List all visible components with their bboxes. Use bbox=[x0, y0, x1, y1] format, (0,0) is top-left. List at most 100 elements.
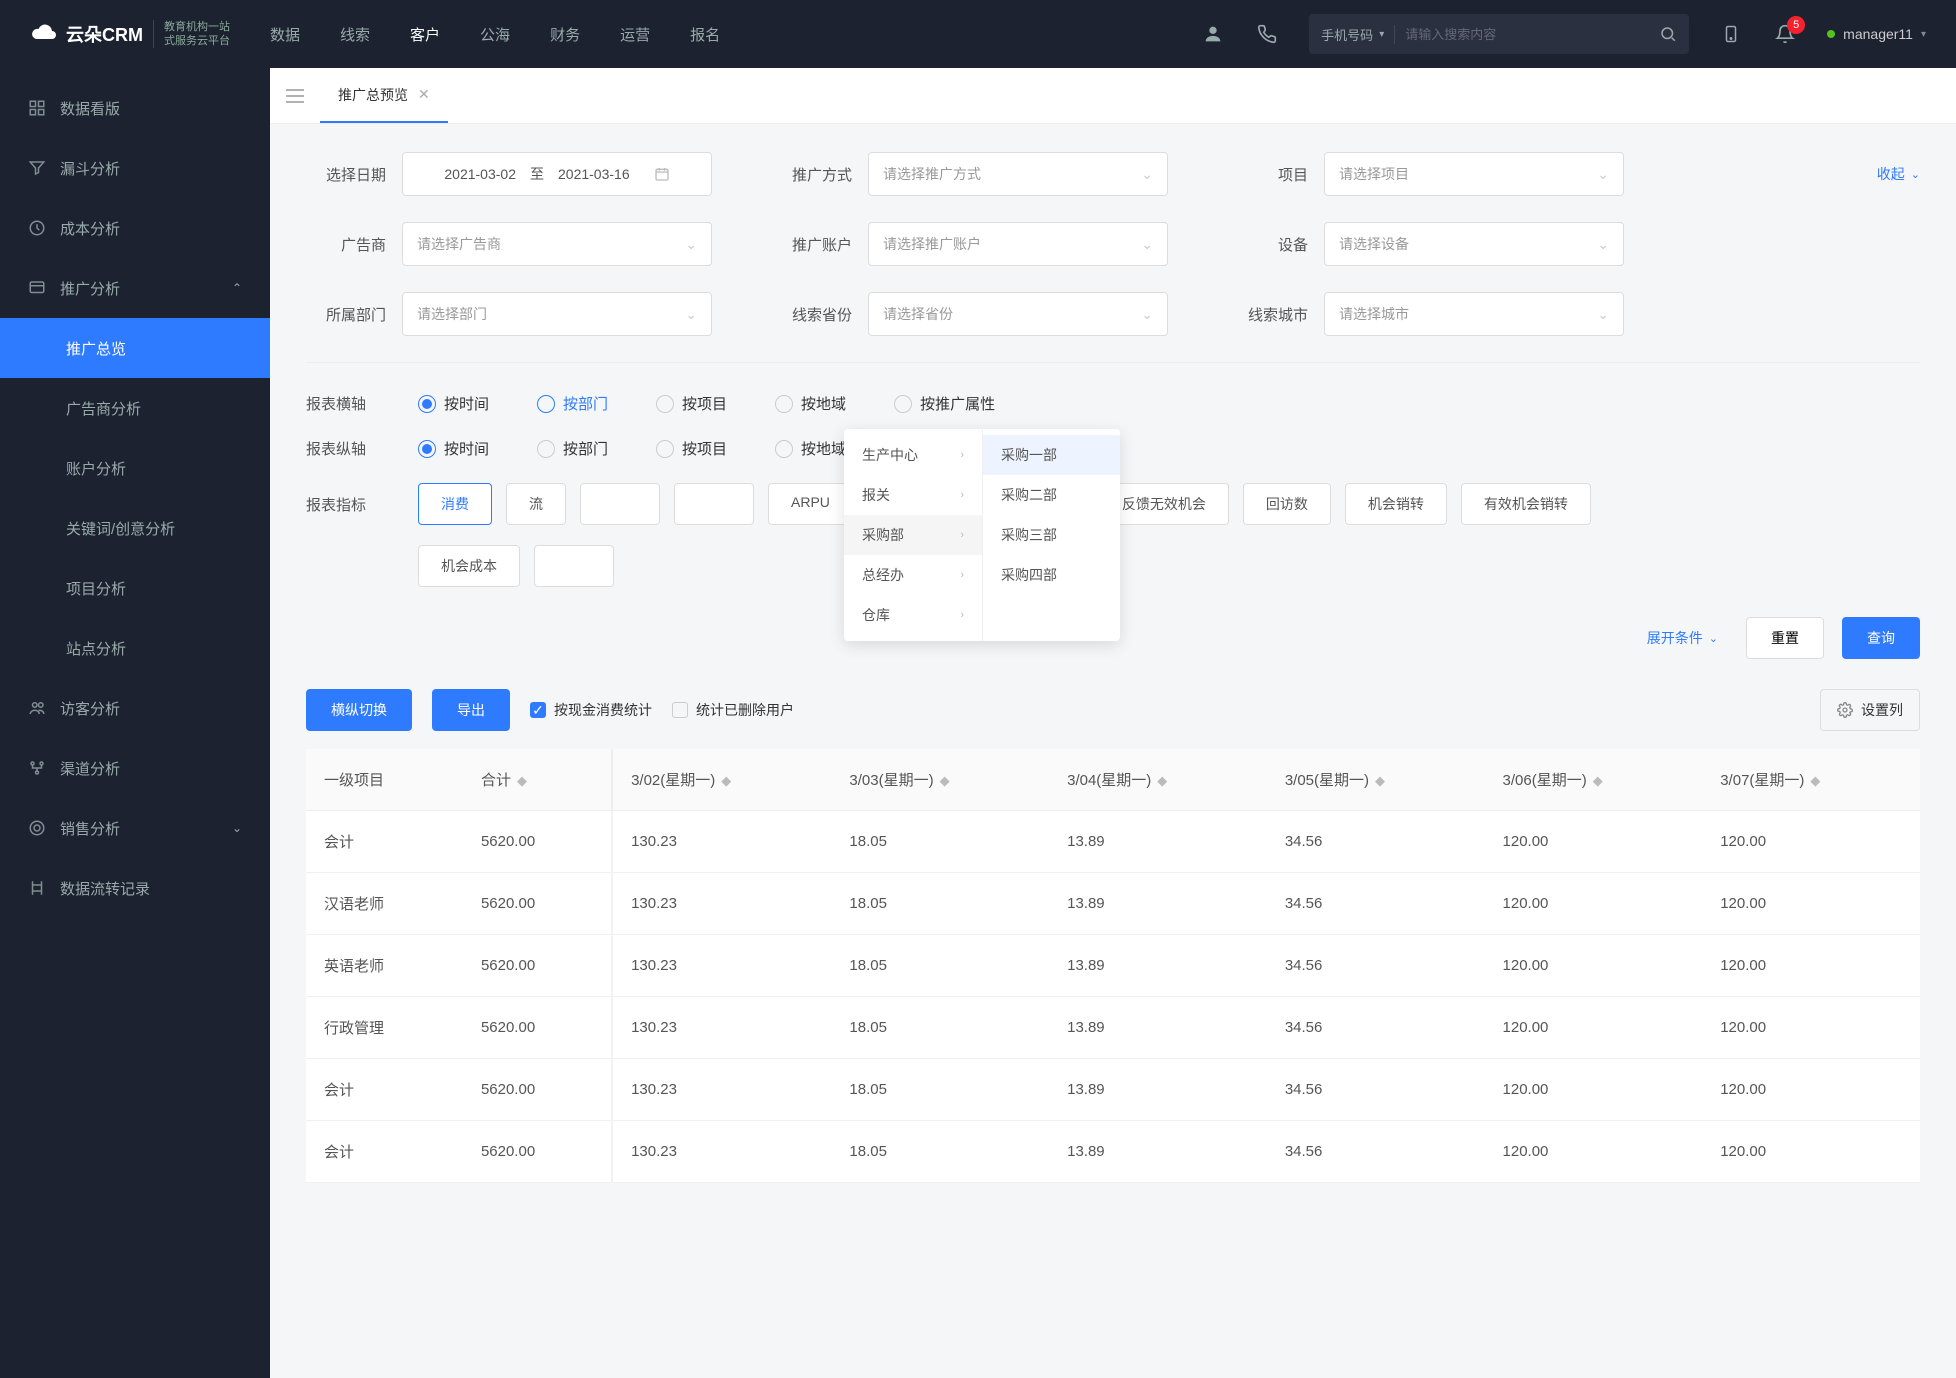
metric-btn-回访数[interactable]: 回访数 bbox=[1243, 483, 1331, 525]
deleted-stat-checkbox[interactable]: 统计已删除用户 bbox=[672, 700, 794, 720]
h-axis-radio-4[interactable]: 按推广属性 bbox=[894, 393, 995, 414]
table-header-7[interactable]: 3/07(星期一)◆ bbox=[1702, 749, 1920, 811]
filter-label-account: 推广账户 bbox=[772, 234, 852, 255]
sidebar-item-推广分析[interactable]: 推广分析⌃ bbox=[0, 258, 270, 318]
table-header-3[interactable]: 3/03(星期一)◆ bbox=[831, 749, 1049, 811]
nav-item-2[interactable]: 客户 bbox=[410, 24, 440, 45]
metric-btn-机会成本[interactable]: 机会成本 bbox=[418, 545, 520, 587]
select-method[interactable]: 请选择推广方式⌄ bbox=[868, 152, 1168, 196]
sidebar-item-成本分析[interactable]: 成本分析 bbox=[0, 198, 270, 258]
h-axis-radio-3[interactable]: 按地域 bbox=[775, 393, 846, 414]
metric-btn-ARPU[interactable]: ARPU bbox=[768, 483, 853, 525]
table-cell: 34.56 bbox=[1267, 811, 1485, 873]
sidebar-subitem-关键词/创意分析[interactable]: 关键词/创意分析 bbox=[0, 498, 270, 558]
v-axis-radio-1[interactable]: 按部门 bbox=[537, 438, 608, 459]
table-header-6[interactable]: 3/06(星期一)◆ bbox=[1485, 749, 1703, 811]
user-menu[interactable]: manager11 ▾ bbox=[1827, 26, 1926, 42]
nav-item-0[interactable]: 数据 bbox=[270, 24, 300, 45]
h-axis-radio-2[interactable]: 按项目 bbox=[656, 393, 727, 414]
filter-label-dept: 所属部门 bbox=[306, 304, 386, 325]
v-axis-radio-3[interactable]: 按地域 bbox=[775, 438, 846, 459]
search-input[interactable] bbox=[1395, 27, 1659, 42]
sidebar-item-数据流转记录[interactable]: 数据流转记录 bbox=[0, 858, 270, 918]
user-icon[interactable] bbox=[1201, 22, 1225, 46]
close-icon[interactable]: ✕ bbox=[418, 86, 430, 103]
select-advertiser[interactable]: 请选择广告商⌄ bbox=[402, 222, 712, 266]
sidebar-subitem-项目分析[interactable]: 项目分析 bbox=[0, 558, 270, 618]
nav-item-3[interactable]: 公海 bbox=[480, 24, 510, 45]
metric-btn-blank-1[interactable] bbox=[534, 545, 614, 587]
metric-btn-blank-2[interactable] bbox=[580, 483, 660, 525]
select-device[interactable]: 请选择设备⌄ bbox=[1324, 222, 1624, 266]
table-row: 行政管理5620.00130.2318.0513.8934.56120.0012… bbox=[306, 997, 1920, 1059]
filter-label-province: 线索省份 bbox=[772, 304, 852, 325]
sidebar-subitem-站点分析[interactable]: 站点分析 bbox=[0, 618, 270, 678]
sidebar-item-销售分析[interactable]: 销售分析⌄ bbox=[0, 798, 270, 858]
dropdown-col2-item-0[interactable]: 采购一部 bbox=[983, 435, 1120, 475]
sidebar-toggle-icon[interactable] bbox=[286, 88, 304, 104]
nav-item-4[interactable]: 财务 bbox=[550, 24, 580, 45]
sidebar-item-漏斗分析[interactable]: 漏斗分析 bbox=[0, 138, 270, 198]
cash-stat-checkbox[interactable]: ✓按现金消费统计 bbox=[530, 700, 652, 720]
metric-btn-blank-3[interactable] bbox=[674, 483, 754, 525]
reset-button[interactable]: 重置 bbox=[1746, 617, 1824, 659]
dropdown-col1-item-4[interactable]: 仓库› bbox=[844, 595, 982, 635]
table-header-0[interactable]: 一级项目 bbox=[306, 749, 463, 811]
table-header-2[interactable]: 3/02(星期一)◆ bbox=[612, 749, 831, 811]
metric-btn-有效机会销转[interactable]: 有效机会销转 bbox=[1461, 483, 1591, 525]
sidebar-subitem-账户分析[interactable]: 账户分析 bbox=[0, 438, 270, 498]
v-axis-radio-2[interactable]: 按项目 bbox=[656, 438, 727, 459]
dropdown-col1-item-2[interactable]: 采购部› bbox=[844, 515, 982, 555]
dropdown-col1-item-3[interactable]: 总经办› bbox=[844, 555, 982, 595]
sidebar-item-访客分析[interactable]: 访客分析 bbox=[0, 678, 270, 738]
sidebar-item-数据看版[interactable]: 数据看版 bbox=[0, 78, 270, 138]
toggle-axis-button[interactable]: 横纵切换 bbox=[306, 689, 412, 731]
main-content: 推广总预览 ✕ 选择日期 2021-03-02至2021-03-16 推 bbox=[270, 68, 1956, 1378]
table-cell: 会计 bbox=[306, 1059, 463, 1121]
select-account[interactable]: 请选择推广账户⌄ bbox=[868, 222, 1168, 266]
nav-item-1[interactable]: 线索 bbox=[340, 24, 370, 45]
table-cell: 13.89 bbox=[1049, 873, 1267, 935]
dropdown-col2-item-2[interactable]: 采购三部 bbox=[983, 515, 1120, 555]
dept-dropdown: 生产中心›报关›采购部›总经办›仓库› 采购一部采购二部采购三部采购四部 bbox=[844, 429, 1120, 641]
nav-item-6[interactable]: 报名 bbox=[690, 24, 720, 45]
table-cell: 18.05 bbox=[831, 811, 1049, 873]
query-button[interactable]: 查询 bbox=[1842, 617, 1920, 659]
select-project[interactable]: 请选择项目⌄ bbox=[1324, 152, 1624, 196]
filter-label-method: 推广方式 bbox=[772, 164, 852, 185]
phone-icon[interactable] bbox=[1255, 22, 1279, 46]
dropdown-col2-item-1[interactable]: 采购二部 bbox=[983, 475, 1120, 515]
collapse-filters-link[interactable]: 收起 ⌄ bbox=[1877, 164, 1920, 184]
table-cell: 130.23 bbox=[612, 1059, 831, 1121]
table-header-1[interactable]: 合计◆ bbox=[463, 749, 612, 811]
sidebar-item-渠道分析[interactable]: 渠道分析 bbox=[0, 738, 270, 798]
select-city[interactable]: 请选择城市⌄ bbox=[1324, 292, 1624, 336]
metric-btn-消费[interactable]: 消费 bbox=[418, 483, 492, 525]
metric-btn-机会销转[interactable]: 机会销转 bbox=[1345, 483, 1447, 525]
search-icon[interactable] bbox=[1659, 25, 1677, 43]
expand-conditions-link[interactable]: 展开条件 ⌄ bbox=[1647, 628, 1718, 648]
nav-item-5[interactable]: 运营 bbox=[620, 24, 650, 45]
table-header-5[interactable]: 3/05(星期一)◆ bbox=[1267, 749, 1485, 811]
dropdown-col2-item-3[interactable]: 采购四部 bbox=[983, 555, 1120, 595]
dropdown-col1-item-1[interactable]: 报关› bbox=[844, 475, 982, 515]
search-type-select[interactable]: 手机号码 ▾ bbox=[1321, 25, 1395, 44]
metric-btn-流[interactable]: 流 bbox=[506, 483, 566, 525]
bell-icon[interactable]: 5 bbox=[1773, 22, 1797, 46]
table-row: 会计5620.00130.2318.0513.8934.56120.00120.… bbox=[306, 1059, 1920, 1121]
sidebar-subitem-广告商分析[interactable]: 广告商分析 bbox=[0, 378, 270, 438]
column-settings-button[interactable]: 设置列 bbox=[1820, 689, 1920, 731]
select-province[interactable]: 请选择省份⌄ bbox=[868, 292, 1168, 336]
table-cell: 130.23 bbox=[612, 811, 831, 873]
table-header-4[interactable]: 3/04(星期一)◆ bbox=[1049, 749, 1267, 811]
date-range-input[interactable]: 2021-03-02至2021-03-16 bbox=[402, 152, 712, 196]
v-axis-radio-0[interactable]: 按时间 bbox=[418, 438, 489, 459]
select-dept[interactable]: 请选择部门⌄ bbox=[402, 292, 712, 336]
mobile-icon[interactable] bbox=[1719, 22, 1743, 46]
dropdown-col1-item-0[interactable]: 生产中心› bbox=[844, 435, 982, 475]
export-button[interactable]: 导出 bbox=[432, 689, 510, 731]
h-axis-radio-0[interactable]: 按时间 bbox=[418, 393, 489, 414]
tab-promo-overview[interactable]: 推广总预览 ✕ bbox=[320, 68, 448, 123]
sidebar-subitem-推广总览[interactable]: 推广总览 bbox=[0, 318, 270, 378]
h-axis-radio-1[interactable]: 按部门 bbox=[537, 393, 608, 414]
